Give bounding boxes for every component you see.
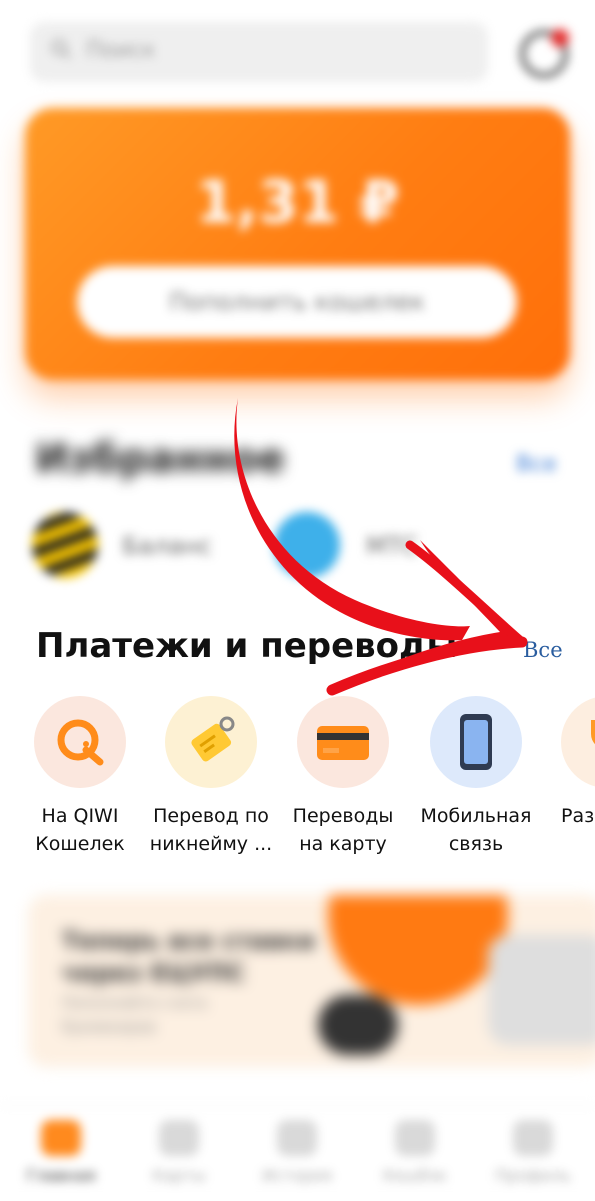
nav-label: Кешбэк [382, 1166, 448, 1185]
search-icon [51, 39, 71, 59]
nav-item-cashback[interactable]: Кешбэк [360, 1120, 470, 1185]
bottom-navigation: Главная Карты История Кешбэк Профиль [0, 1105, 595, 1201]
payment-item-partial[interactable]: Раз [543, 696, 595, 830]
nav-item-profile[interactable]: Профиль [478, 1120, 588, 1185]
card-icon [297, 696, 389, 788]
nav-label: Профиль [495, 1166, 571, 1185]
mts-icon[interactable] [274, 512, 340, 578]
favorite-item-label: Баланс [122, 532, 213, 560]
profile-icon [513, 1120, 553, 1156]
promo-subtitle: Пополняйте счета букмекеров [62, 994, 207, 1036]
payment-item-nickname[interactable]: Перевод по никнейму ... [146, 696, 276, 858]
wallet-balance: 1,31 ₽ [195, 168, 400, 236]
nav-label: Карты [152, 1166, 206, 1185]
payment-item-card[interactable]: Переводы на карту [278, 696, 408, 858]
favorites-title: Избранное [35, 436, 286, 482]
payment-item-qiwi[interactable]: На QIWI Кошелек [15, 696, 145, 858]
promo-banner[interactable]: Теперь все ставки через ЕЦУПС Пополняйте… [28, 895, 595, 1067]
wallet-card: 1,31 ₽ Пополнить кошелек [25, 108, 570, 380]
payment-item-label: Переводы на карту [292, 805, 394, 855]
beeline-icon[interactable] [32, 512, 98, 578]
nav-label: Главная [26, 1166, 96, 1185]
profile-avatar[interactable] [520, 29, 569, 78]
payment-item-label: На QIWI Кошелек [35, 805, 125, 855]
phone-icon [430, 696, 522, 788]
cards-icon [159, 1120, 199, 1156]
payments-section: Платежи и переводы Все На QIWI Кошелек П… [0, 610, 595, 878]
cashback-icon [395, 1120, 435, 1156]
promo-image-secondary [488, 935, 595, 1045]
favorites-all-link[interactable]: Все [516, 452, 557, 477]
nav-item-cards[interactable]: Карты [124, 1120, 234, 1185]
payments-all-link[interactable]: Все [523, 638, 563, 662]
promo-image [318, 995, 398, 1055]
favorite-item-label: МТС [366, 532, 419, 560]
home-icon [41, 1120, 81, 1156]
payment-item-label: Перевод по никнейму ... [149, 805, 273, 855]
payment-item-mobile[interactable]: Мобильная связь [411, 696, 541, 858]
qiwi-icon [34, 696, 126, 788]
topup-wallet-button[interactable]: Пополнить кошелек [77, 266, 517, 338]
search-placeholder: Поиск [86, 38, 156, 63]
trophy-icon [561, 696, 595, 788]
payments-title: Платежи и переводы [36, 626, 458, 666]
search-input[interactable]: Поиск [30, 22, 488, 82]
tag-icon [165, 696, 257, 788]
nav-item-history[interactable]: История [242, 1120, 352, 1185]
payment-item-label: Мобильная связь [420, 805, 532, 855]
nav-label: История [261, 1166, 333, 1185]
payment-item-label: Раз [561, 805, 595, 827]
promo-decoration [328, 895, 508, 1005]
nav-item-home[interactable]: Главная [6, 1120, 116, 1185]
promo-title: Теперь все ставки через ЕЦУПС [62, 927, 315, 987]
history-icon [277, 1120, 317, 1156]
